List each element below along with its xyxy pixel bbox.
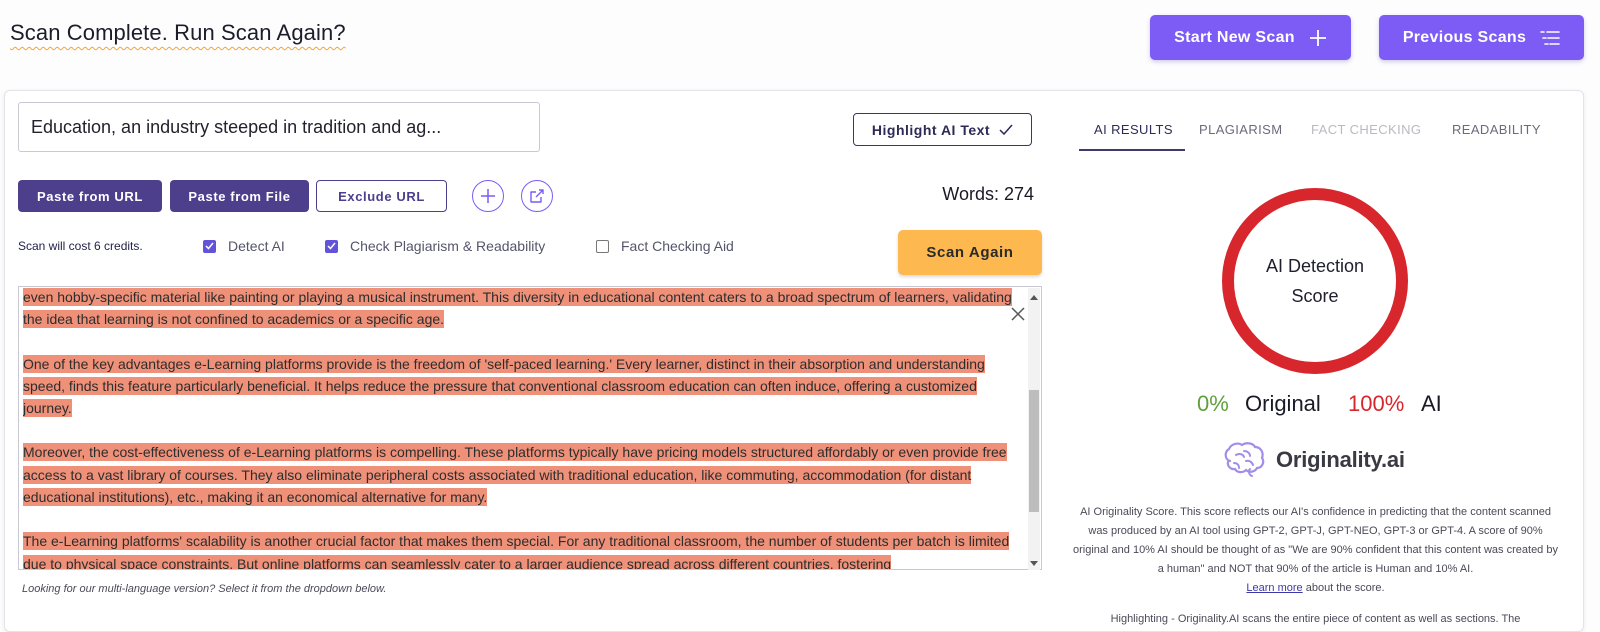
ai-detection-score-label: AI Detection Score [1265, 256, 1365, 306]
ai-percent: 100% [1348, 391, 1405, 416]
score-description: AI Originality Score. This score reflect… [1072, 503, 1559, 598]
highlighting-description: Highlighting - Originality.AI scans the … [1110, 613, 1521, 625]
ai-highlighted-text: One of the key advantages e-Learning pla… [23, 354, 985, 418]
paragraph: One of the key advantages e-Learning pla… [23, 353, 1023, 420]
brand-logo: Originality.ai [1222, 441, 1405, 479]
fact-checking-checkbox[interactable]: Fact Checking Aid [596, 238, 734, 254]
content-editor[interactable]: even hobby-specific material like painti… [18, 286, 1042, 570]
document-title-input[interactable]: Education, an industry steeped in tradit… [18, 102, 540, 152]
ai-highlighted-text: even hobby-specific material like painti… [23, 288, 1012, 329]
checkbox-checked-icon [325, 239, 338, 253]
add-button[interactable] [472, 180, 504, 212]
learn-more-suffix: about the score. [1302, 582, 1385, 594]
highlight-ai-text-label: Highlight AI Text [871, 121, 991, 138]
detect-ai-checkbox[interactable]: Detect AI [203, 238, 285, 254]
original-percent: 0% [1197, 391, 1229, 416]
brain-logo-icon [1224, 442, 1265, 477]
share-icon [530, 189, 544, 203]
list-icon [1540, 30, 1560, 45]
scan-cost-text: Scan will cost 6 credits. [18, 239, 143, 253]
exclude-url-button[interactable]: Exclude URL [316, 180, 447, 212]
tab-ai-results[interactable]: AI RESULTS [1094, 122, 1173, 137]
plus-circle-icon [481, 189, 495, 203]
multilang-note: Looking for our multi-language version? … [22, 583, 387, 595]
ai-highlighted-text: Moreover, the cost-effectiveness of e-Le… [23, 443, 1007, 507]
scan-again-button[interactable]: Scan Again [898, 230, 1042, 275]
paragraph: The e-Learning platforms' scalability is… [23, 530, 1023, 569]
tab-readability[interactable]: READABILITY [1452, 122, 1541, 137]
start-new-scan-button[interactable]: Start New Scan [1150, 15, 1351, 60]
score-description-text: AI Originality Score. This score reflect… [1073, 506, 1558, 575]
original-label: Original [1245, 391, 1321, 416]
paragraph: Moreover, the cost-effectiveness of e-Le… [23, 441, 1023, 508]
score-summary: 0% Original 100% AI [1197, 391, 1442, 421]
tab-plagiarism[interactable]: PLAGIARISM [1199, 122, 1282, 137]
word-count: Words: 274 [942, 184, 1034, 204]
scroll-up-icon[interactable] [1030, 295, 1038, 300]
learn-more-link[interactable]: Learn more [1246, 582, 1302, 594]
tab-fact-checking[interactable]: FACT CHECKING [1311, 122, 1421, 137]
highlight-ai-text-button[interactable]: Highlight AI Text [853, 113, 1032, 146]
paste-from-file-button[interactable]: Paste from File [170, 180, 309, 212]
fact-checking-label: Fact Checking Aid [621, 238, 734, 254]
ai-label: AI [1421, 391, 1442, 416]
paragraph: even hobby-specific material like painti… [23, 287, 1023, 331]
ai-highlighted-text: The e-Learning platforms' scalability is… [23, 532, 1010, 569]
brand-name: Originality.ai [1276, 447, 1405, 472]
checkbox-unchecked-icon [596, 239, 609, 253]
check-plagiarism-checkbox[interactable]: Check Plagiarism & Readability [325, 238, 545, 254]
previous-scans-button[interactable]: Previous Scans [1379, 15, 1584, 60]
check-plagiarism-label: Check Plagiarism & Readability [350, 238, 546, 254]
plus-icon [1309, 29, 1326, 46]
active-tab-indicator [1079, 149, 1185, 151]
checkbox-checked-icon [203, 239, 216, 253]
start-new-scan-label: Start New Scan [1174, 28, 1295, 46]
previous-scans-label: Previous Scans [1402, 28, 1527, 46]
paste-from-url-button[interactable]: Paste from URL [18, 180, 162, 212]
check-icon [999, 124, 1013, 135]
page-title: Scan Complete. Run Scan Again? [10, 20, 346, 45]
editor-scroll-thumb[interactable] [1029, 390, 1039, 512]
detect-ai-label: Detect AI [228, 238, 285, 254]
share-button[interactable] [521, 180, 553, 212]
close-icon[interactable] [1010, 306, 1026, 322]
ai-detection-score-ring: AI Detection Score [1222, 188, 1408, 374]
scroll-down-icon[interactable] [1030, 561, 1038, 566]
